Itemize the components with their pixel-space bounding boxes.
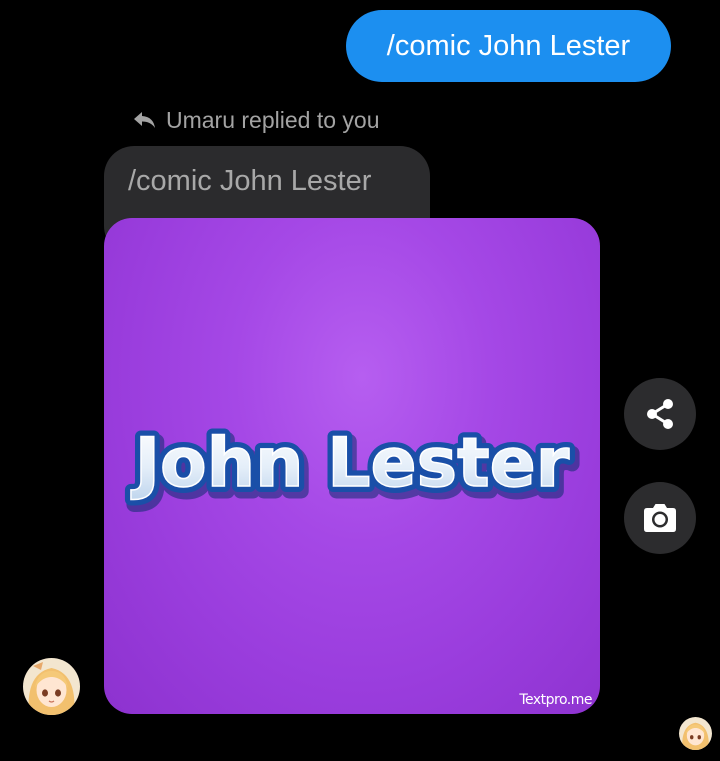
read-receipt-avatar [679,717,712,750]
anime-avatar-icon [679,717,712,750]
camera-icon [644,504,676,532]
comic-text: John Lester [131,424,570,503]
sender-avatar[interactable] [23,658,80,715]
sent-message-bubble[interactable]: /comic John Lester [346,10,671,82]
share-icon [647,399,673,429]
watermark-text: Textpro.me [519,692,592,708]
reply-indicator-text: Umaru replied to you [166,106,380,133]
chat-screen: /comic John Lester Umaru replied to you … [0,0,720,761]
share-button[interactable] [624,378,696,450]
sent-message-text: /comic John Lester [386,30,631,62]
quoted-message-text: /comic John Lester [128,165,372,197]
camera-button[interactable] [624,482,696,554]
image-attachment[interactable]: John Lester John Lester John Lester Text… [104,218,600,714]
anime-avatar-icon [23,658,80,715]
reply-arrow-icon [132,109,158,131]
reply-indicator: Umaru replied to you [132,104,380,136]
comic-text-graphic: John Lester John Lester John Lester [125,418,581,516]
